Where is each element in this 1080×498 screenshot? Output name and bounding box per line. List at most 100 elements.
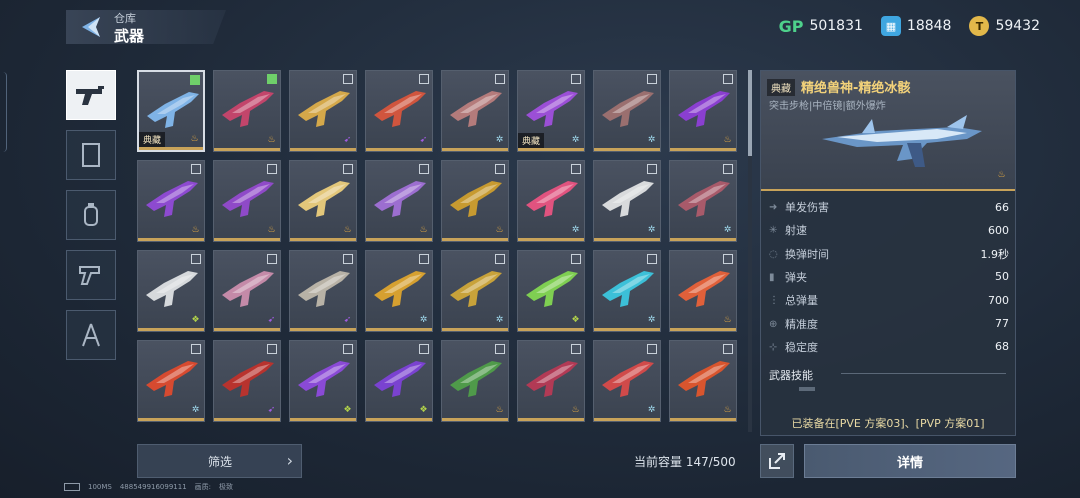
weapon-slot[interactable]: ♨ xyxy=(441,160,509,242)
weapon-slot[interactable]: ✲ xyxy=(593,340,661,422)
weapon-slot[interactable]: ✲ xyxy=(441,250,509,332)
select-checkbox[interactable] xyxy=(343,344,353,354)
weapon-slot[interactable]: ✲ xyxy=(137,340,205,422)
weapon-slot[interactable]: ✲ xyxy=(365,250,433,332)
back-arrow-icon[interactable] xyxy=(78,14,104,40)
weapon-slot[interactable]: ♨ xyxy=(137,160,205,242)
skill-slot[interactable] xyxy=(799,387,815,391)
weapon-slot[interactable]: ♨ xyxy=(289,160,357,242)
weapon-slot[interactable]: ➹ xyxy=(289,250,357,332)
weapon-slot[interactable]: ♨ xyxy=(517,340,585,422)
select-checkbox[interactable] xyxy=(343,74,353,84)
weapon-category-tab[interactable] xyxy=(66,70,116,120)
select-checkbox[interactable] xyxy=(647,344,657,354)
select-checkbox[interactable] xyxy=(723,164,733,174)
weapon-slot[interactable]: ✲ xyxy=(593,70,661,152)
select-checkbox[interactable] xyxy=(191,164,201,174)
share-button[interactable] xyxy=(760,444,794,478)
weapon-slot[interactable]: ❖ xyxy=(365,340,433,422)
select-checkbox[interactable] xyxy=(495,254,505,264)
weapon-slot[interactable]: ♨ 典藏 xyxy=(137,70,205,152)
stat-value: 77 xyxy=(995,317,1009,330)
weapon-slot[interactable]: ♨ xyxy=(213,70,281,152)
weapon-thumbnail xyxy=(222,271,274,307)
weapon-thumbnail xyxy=(678,181,730,217)
weapon-thumbnail xyxy=(450,91,502,127)
grid-scrollbar[interactable] xyxy=(748,70,752,432)
grenade-category-tab[interactable] xyxy=(66,190,116,240)
select-checkbox[interactable] xyxy=(571,344,581,354)
breadcrumb-parent[interactable]: 仓库 xyxy=(114,10,136,26)
rarity-bar xyxy=(594,148,660,151)
select-checkbox[interactable] xyxy=(267,344,277,354)
select-checkbox[interactable] xyxy=(267,164,277,174)
select-checkbox[interactable] xyxy=(495,164,505,174)
weapon-slot[interactable]: ♨ xyxy=(669,250,737,332)
weapon-slot[interactable]: ✲ xyxy=(517,160,585,242)
weapon-slot[interactable]: ♨ xyxy=(441,340,509,422)
rarity-bar xyxy=(442,238,508,241)
rarity-bar xyxy=(290,328,356,331)
rarity-bar xyxy=(290,238,356,241)
select-checkbox[interactable] xyxy=(343,164,353,174)
weapon-slot[interactable]: ➹ xyxy=(365,70,433,152)
details-button[interactable]: 详情 xyxy=(804,444,1016,478)
select-checkbox[interactable] xyxy=(495,344,505,354)
player-id: 488549916099111 xyxy=(119,483,187,491)
weapon-thumbnail xyxy=(374,271,426,307)
melee-category-tab[interactable] xyxy=(66,250,116,300)
collection-tag: 典藏 xyxy=(518,133,545,148)
weapon-slot[interactable]: ✲ 典藏 xyxy=(517,70,585,152)
select-checkbox[interactable] xyxy=(267,74,277,84)
fire-icon: ♨ xyxy=(343,225,352,235)
select-checkbox[interactable] xyxy=(191,344,201,354)
tool-category-tab[interactable] xyxy=(66,310,116,360)
weapon-thumbnail xyxy=(678,91,730,127)
weapon-slot[interactable]: ❖ xyxy=(517,250,585,332)
select-checkbox[interactable] xyxy=(267,254,277,264)
weapon-slot[interactable]: ❖ xyxy=(137,250,205,332)
select-checkbox[interactable] xyxy=(419,254,429,264)
weapon-slot[interactable]: ✲ xyxy=(593,250,661,332)
quality-label: 画质: xyxy=(194,483,212,491)
select-checkbox[interactable] xyxy=(419,344,429,354)
select-checkbox[interactable] xyxy=(495,74,505,84)
weapon-slot[interactable]: ♨ xyxy=(213,160,281,242)
weapon-slot[interactable]: ♨ xyxy=(365,160,433,242)
weapon-slot[interactable]: ✲ xyxy=(669,160,737,242)
star-icon: ✲ xyxy=(571,135,580,145)
rarity-bar xyxy=(670,238,736,241)
coin-icon: T xyxy=(969,16,990,36)
select-checkbox[interactable] xyxy=(419,164,429,174)
select-checkbox[interactable] xyxy=(571,254,581,264)
weapon-thumbnail xyxy=(526,181,578,217)
select-checkbox[interactable] xyxy=(571,164,581,174)
select-checkbox[interactable] xyxy=(647,74,657,84)
select-checkbox[interactable] xyxy=(723,344,733,354)
armor-category-tab[interactable] xyxy=(66,130,116,180)
select-checkbox[interactable] xyxy=(647,164,657,174)
weapon-preview: 典藏 精绝兽神-精绝冰骸 突击步枪|中倍镜|额外爆炸 ♨ xyxy=(761,71,1015,191)
select-checkbox[interactable] xyxy=(190,75,200,85)
select-checkbox[interactable] xyxy=(723,74,733,84)
weapon-slot[interactable]: ➹ xyxy=(213,340,281,422)
side-drawer-handle[interactable] xyxy=(0,72,7,152)
select-checkbox[interactable] xyxy=(723,254,733,264)
weapon-slot[interactable]: ♨ xyxy=(669,70,737,152)
select-checkbox[interactable] xyxy=(191,254,201,264)
weapon-slot[interactable]: ✲ xyxy=(593,160,661,242)
weapon-slot[interactable]: ➹ xyxy=(213,250,281,332)
weapon-slot[interactable]: ➹ xyxy=(289,70,357,152)
weapon-slot[interactable]: ❖ xyxy=(289,340,357,422)
scroll-thumb[interactable] xyxy=(748,70,752,156)
filter-button[interactable]: 筛选 › xyxy=(137,444,302,478)
rarity-bar xyxy=(214,418,280,421)
rarity-bar xyxy=(518,238,584,241)
select-checkbox[interactable] xyxy=(343,254,353,264)
select-checkbox[interactable] xyxy=(419,74,429,84)
select-checkbox[interactable] xyxy=(571,74,581,84)
weapon-slot[interactable]: ♨ xyxy=(669,340,737,422)
compass-icon xyxy=(82,323,100,347)
weapon-slot[interactable]: ✲ xyxy=(441,70,509,152)
select-checkbox[interactable] xyxy=(647,254,657,264)
